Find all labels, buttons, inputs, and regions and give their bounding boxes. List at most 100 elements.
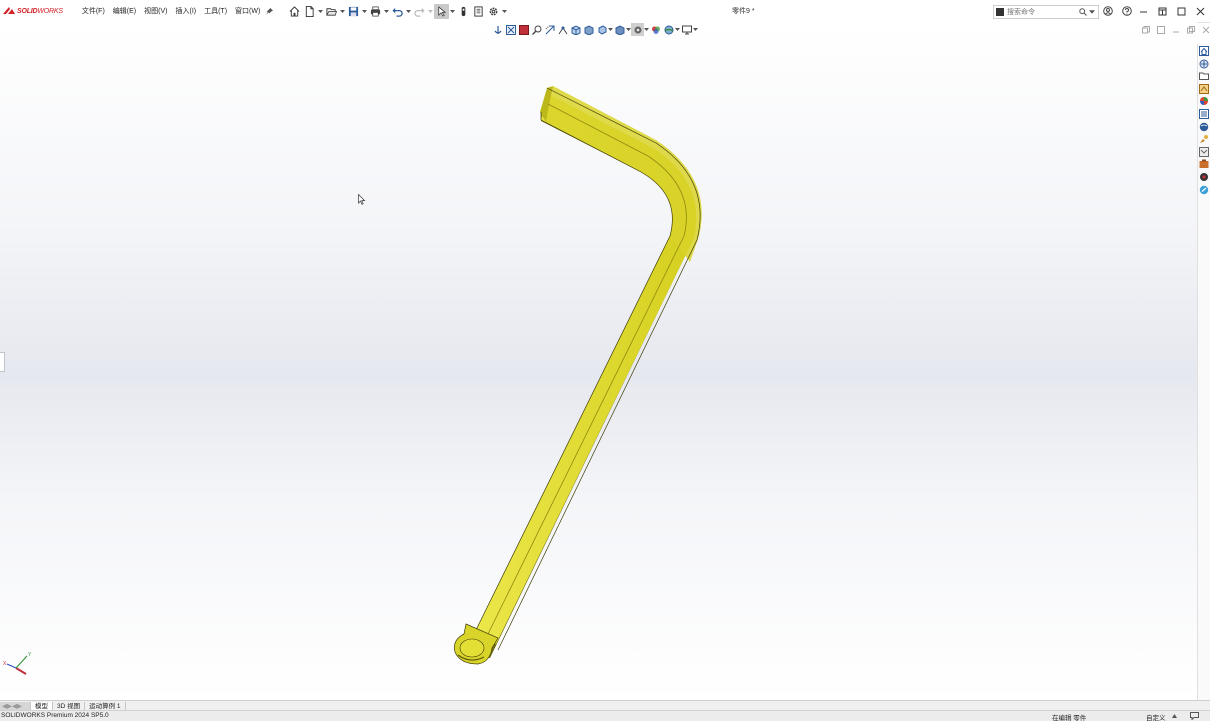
redo-dropdown[interactable] <box>427 4 434 19</box>
edit-appearance-button[interactable] <box>631 23 644 36</box>
doc-cascade-button[interactable] <box>1156 25 1165 34</box>
search-input[interactable] <box>1004 7 1077 17</box>
task-pane-assistant[interactable] <box>1199 172 1209 182</box>
print-dropdown[interactable] <box>383 4 390 19</box>
maximize-button[interactable] <box>1172 3 1191 19</box>
previous-view-icon <box>545 25 554 34</box>
doc-maximize-button[interactable] <box>1186 25 1195 34</box>
close-button[interactable] <box>1191 3 1210 19</box>
command-prompt-icon <box>996 8 1004 16</box>
task-pane-file-explorer[interactable] <box>1199 71 1209 81</box>
hud-dropdown-5[interactable] <box>693 23 698 36</box>
product-version: SOLIDWORKS Premium 2024 SP5.0 <box>1 712 109 719</box>
solidworks-assistant-icon <box>1200 172 1208 181</box>
view-orientation-button[interactable] <box>569 23 582 36</box>
redo-button[interactable] <box>412 4 427 19</box>
hex-key-model[interactable] <box>0 22 1197 700</box>
zoom-to-fit-icon <box>505 24 516 35</box>
toolbox-icon <box>1200 135 1208 144</box>
task-pane-toolbox[interactable] <box>1199 134 1209 144</box>
apply-scene-button[interactable] <box>649 23 662 36</box>
search-box[interactable] <box>993 5 1099 19</box>
solidworks-logo[interactable]: SOLIDWORKS <box>2 0 63 22</box>
section-plane-button[interactable] <box>595 23 608 36</box>
open-dropdown[interactable] <box>339 4 346 19</box>
task-pane-3dcontent[interactable] <box>1199 159 1209 169</box>
section-view-button[interactable] <box>491 23 504 36</box>
task-pane-appearances[interactable] <box>1199 96 1209 106</box>
chevron-down-icon[interactable] <box>1089 9 1095 15</box>
task-pane <box>1197 44 1210 700</box>
select-dropdown[interactable] <box>449 4 456 19</box>
menu-edit[interactable]: 编辑(E) <box>109 6 140 16</box>
triad-z-axis <box>6 663 17 669</box>
chevron-down-icon <box>318 9 324 13</box>
dynamic-annotation-button[interactable] <box>556 23 569 36</box>
menu-view[interactable]: 视图(V) <box>140 6 171 16</box>
cascade-icon <box>1156 25 1165 34</box>
edit-appearance-icon <box>634 26 641 33</box>
save-button[interactable] <box>346 4 361 19</box>
home-button[interactable] <box>287 4 302 19</box>
chevron-up-icon[interactable] <box>1172 714 1177 718</box>
section-plane-icon <box>598 24 606 35</box>
feedback-icon[interactable] <box>1190 712 1199 720</box>
print-button[interactable] <box>368 4 383 19</box>
options-button[interactable] <box>486 4 501 19</box>
undo-icon <box>392 7 403 17</box>
tile-button[interactable] <box>1153 3 1172 19</box>
user-account-button[interactable] <box>1101 4 1114 18</box>
save-dropdown[interactable] <box>361 4 368 19</box>
units-custom[interactable]: 自定义 <box>1146 712 1166 722</box>
title-bar: SOLIDWORKS 文件(F) 编辑(E) 视图(V) 插入(I) 工具(T)… <box>0 0 1210 23</box>
search-icon[interactable] <box>1079 8 1087 16</box>
previous-view-button[interactable] <box>543 23 556 36</box>
maximize-icon <box>1186 25 1195 33</box>
display-style-button[interactable] <box>582 23 595 36</box>
task-pane-view-palette[interactable] <box>1199 83 1209 94</box>
rebuild-button[interactable] <box>456 4 471 19</box>
menu-file[interactable]: 文件(F) <box>78 6 109 16</box>
options-dropdown[interactable] <box>501 4 508 19</box>
task-pane-3dexperience[interactable] <box>1199 122 1209 132</box>
section-view-icon <box>494 25 501 34</box>
new-button[interactable] <box>302 4 317 19</box>
new-dropdown[interactable] <box>317 4 324 19</box>
open-button[interactable] <box>324 4 339 19</box>
menu-tools[interactable]: 工具(T) <box>200 6 231 16</box>
select-button[interactable] <box>434 3 450 19</box>
task-pane-custom-properties[interactable] <box>1199 108 1209 119</box>
chevron-down-icon <box>428 9 434 13</box>
undo-dropdown[interactable] <box>405 4 412 19</box>
zoom-to-area-icon <box>531 25 541 35</box>
minimize-button[interactable] <box>1134 3 1153 19</box>
zoom-to-area-button[interactable] <box>530 23 543 36</box>
task-pane-design-library[interactable] <box>1199 59 1209 69</box>
zoom-to-fit-button[interactable] <box>504 23 517 36</box>
part-ball-highlight <box>459 638 485 658</box>
rebuild-icon <box>461 6 466 16</box>
question-icon <box>1121 6 1132 16</box>
help-button[interactable] <box>1120 4 1133 18</box>
feature-manager-handle[interactable] <box>0 352 5 372</box>
menu-insert[interactable]: 插入(I) <box>171 6 200 16</box>
pin-icon[interactable] <box>266 7 274 15</box>
view-orientation-icon <box>571 24 580 35</box>
menu-window[interactable]: 窗口(W) <box>231 6 264 16</box>
file-properties-button[interactable] <box>471 4 486 19</box>
undo-button[interactable] <box>390 4 405 19</box>
status-bar: SOLIDWORKS Premium 2024 SP5.0 在编辑 零件 自定义 <box>0 710 1210 722</box>
doc-minimize-button[interactable] <box>1171 25 1180 34</box>
design-library-icon <box>1199 59 1209 69</box>
appearance-color-button[interactable] <box>517 23 530 36</box>
graphics-area[interactable]: Y X <box>0 22 1197 700</box>
doc-restore-button[interactable] <box>1141 25 1150 34</box>
chevron-down-icon <box>340 9 346 13</box>
task-pane-forum[interactable] <box>1199 146 1209 157</box>
task-pane-help[interactable] <box>1199 185 1209 195</box>
hide-show-items-button[interactable] <box>613 23 626 36</box>
doc-close-button[interactable] <box>1201 25 1210 34</box>
task-pane-resources[interactable] <box>1199 46 1209 56</box>
display-button[interactable] <box>680 23 693 36</box>
view-settings-button[interactable] <box>662 23 675 36</box>
